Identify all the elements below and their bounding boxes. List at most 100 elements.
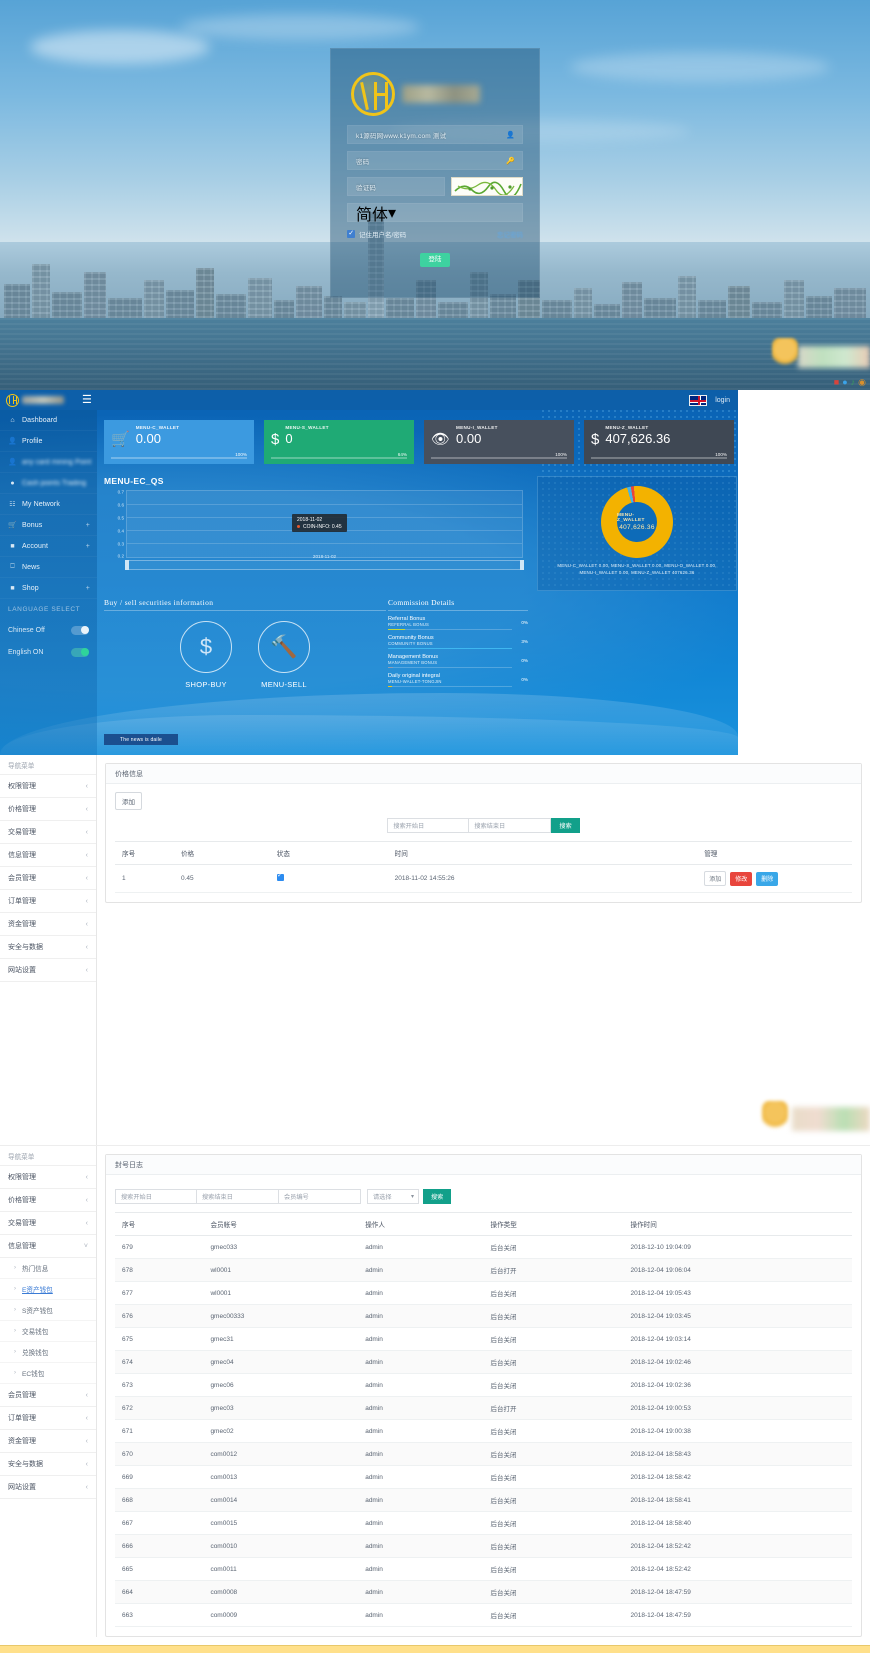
status-checkbox[interactable] [276, 871, 284, 881]
admin-submenu-s-wallet[interactable]: › S资产钱包 [0, 1300, 96, 1321]
admin-submenu-exchange-wallet[interactable]: › 兑换钱包 [0, 1342, 96, 1363]
admin-menu-settings[interactable]: 网站设置 ‹ [0, 959, 96, 982]
admin-submenu-hot-info[interactable]: › 热门信息 [0, 1258, 96, 1279]
admin-menu-member[interactable]: 会员管理 ‹ [0, 867, 96, 890]
sidebar-item-mining-point[interactable]: 👤 any card mining Point [0, 452, 97, 473]
add-row-button[interactable]: 添加 [704, 871, 727, 886]
type-select[interactable]: 请选择 ▾ [367, 1189, 419, 1204]
search-button[interactable]: 搜索 [551, 818, 580, 833]
add-button[interactable]: 添加 [115, 792, 142, 810]
cell-account: com0013 [203, 1465, 359, 1489]
remember-label: 记住用户名/密码 [359, 232, 407, 239]
language-toggle-english[interactable]: English ON [0, 641, 97, 663]
login-button[interactable]: 登陆 [420, 253, 450, 267]
tray-icon-music[interactable]: ♪ [851, 377, 856, 387]
captcha-image[interactable] [451, 177, 523, 196]
admin-menu-settings[interactable]: 网站设置 ‹ [0, 1476, 96, 1499]
wallet-card-s[interactable]: $ MENU-S_WALLET 0 64% [264, 420, 414, 464]
username-field[interactable]: k1源码网www.k1ym.com 测试 👤 [347, 125, 523, 144]
y-tick: 0.4 [117, 528, 124, 534]
search-button[interactable]: 搜索 [423, 1189, 452, 1204]
taskbar-blur [792, 1107, 870, 1131]
cell-operator: admin [358, 1235, 484, 1259]
sidebar-item-cash-points-trading[interactable]: ● Cash points Trading [0, 473, 97, 494]
cell-operator: admin [358, 1465, 484, 1489]
slider-handle-left[interactable] [125, 560, 129, 570]
tray-icon-chat[interactable]: ● [842, 377, 847, 387]
table-row: 671 gmec02 admin 后台关闭 2018-12-04 19:00:38 [115, 1419, 852, 1443]
tray-icon-app[interactable]: ◉ [858, 377, 866, 388]
admin-menu-info[interactable]: 信息管理 ‹ [0, 844, 96, 867]
admin-menu-permission[interactable]: 权限管理 ‹ [0, 775, 96, 798]
admin-menu-fund[interactable]: 资金管理 ‹ [0, 913, 96, 936]
toggle-switch-chinese[interactable] [71, 625, 89, 635]
table-row: 674 gmec04 admin 后台关闭 2018-12-04 19:02:46 [115, 1350, 852, 1374]
admin-menu-fund[interactable]: 资金管理 ‹ [0, 1430, 96, 1453]
sidebar-item-news[interactable]: ⎕ News [0, 557, 97, 578]
hamburger-icon[interactable]: ☰ [82, 394, 92, 406]
admin-menu-trade[interactable]: 交易管理 ‹ [0, 821, 96, 844]
admin-menu-price[interactable]: 价格管理 ‹ [0, 798, 96, 821]
shop-buy-action[interactable]: $ SHOP-BUY [180, 621, 232, 689]
language-toggle-chinese[interactable]: Chinese Off [0, 619, 97, 641]
wallet-card-i[interactable]: 👁 MENU-I_WALLET 0.00 100% [424, 420, 574, 464]
wallet-card-z[interactable]: $ MENU-Z_WALLET 407,626.36 100% [584, 420, 734, 464]
forgot-password-link[interactable]: 忘记密码 [497, 229, 523, 239]
admin-submenu-ec-wallet[interactable]: › EC钱包 [0, 1363, 96, 1384]
start-date-input[interactable]: 搜索开始日 [387, 818, 470, 833]
admin-submenu-e-wallet[interactable]: › E资产钱包 [0, 1279, 96, 1300]
col-no: 序号 [115, 1212, 204, 1236]
tray-icon-red[interactable]: ■ [834, 377, 839, 387]
admin-menu-info[interactable]: 信息管理 ˅ [0, 1235, 96, 1258]
sidebar-item-shop[interactable]: ■ Shop + [0, 578, 97, 599]
sidebar-item-account[interactable]: ■ Account + [0, 536, 97, 557]
cell-status [269, 864, 388, 893]
bonus-subname: MANAGEMENT BONUS [388, 660, 438, 666]
menu-sell-action[interactable]: 🔨 MENU-SELL [258, 621, 310, 689]
cell-time: 2018-11-02 14:55:26 [387, 864, 698, 893]
start-date-input[interactable]: 搜索开始日 [115, 1189, 197, 1204]
chart-plot: 0.7 0.6 0.5 0.4 0.3 0.2 2018-11-02 COIN-… [104, 490, 529, 570]
toggle-switch-english[interactable] [71, 647, 89, 657]
wallet-card-c[interactable]: 🛒 MENU-C_WALLET 0.00 100% [104, 420, 254, 464]
cell-no: 674 [115, 1350, 204, 1374]
member-id-input[interactable]: 会员编号 [279, 1189, 361, 1204]
cell-price: 0.45 [173, 864, 270, 893]
uk-flag-icon[interactable] [689, 394, 708, 406]
remember-checkbox-group[interactable]: 记住用户名/密码 [347, 229, 406, 239]
edit-row-button[interactable]: 修改 [730, 871, 753, 886]
dashboard-logo[interactable] [0, 393, 76, 407]
admin-menu-security[interactable]: 安全与数据 ‹ [0, 1453, 96, 1476]
sidebar-item-dashboard[interactable]: ⌂ Dashboard [0, 410, 97, 431]
language-select[interactable]: 简体 ▾ [347, 203, 523, 224]
admin-menu-security[interactable]: 安全与数据 ‹ [0, 936, 96, 959]
end-date-input[interactable]: 搜索结束日 [469, 818, 552, 833]
admin-menu-trade[interactable]: 交易管理 ‹ [0, 1212, 96, 1235]
wallet-cards: 🛒 MENU-C_WALLET 0.00 100% $ MENU-S_WALLE… [104, 420, 734, 464]
end-date-input[interactable]: 搜索结束日 [197, 1189, 279, 1204]
sidebar-item-bonus[interactable]: 🛒 Bonus + [0, 515, 97, 536]
admin-menu-member[interactable]: 会员管理 ‹ [0, 1384, 96, 1407]
news-ticker[interactable]: The news is daile [104, 734, 178, 745]
admin-menu-order[interactable]: 订单管理 ‹ [0, 890, 96, 913]
admin-menu-price[interactable]: 价格管理 ‹ [0, 1189, 96, 1212]
password-field[interactable]: 密码 🔑 [347, 151, 523, 170]
slider-handle-right[interactable] [520, 560, 524, 570]
admin-submenu-trade-wallet[interactable]: › 交易钱包 [0, 1321, 96, 1342]
admin-menu-order[interactable]: 订单管理 ‹ [0, 1407, 96, 1430]
ban-log-panel: 封号日志 搜索开始日 搜索结束日 会员编号 请选择 ▾ 搜索 序号 会员帐号 操… [105, 1154, 862, 1637]
sidebar-item-profile[interactable]: 👤 Profile [0, 431, 97, 452]
col-optype: 操作类型 [483, 1212, 624, 1236]
remember-checkbox[interactable] [347, 229, 355, 238]
captcha-input[interactable]: 验证码 [347, 177, 445, 196]
delete-row-button[interactable]: 删除 [756, 871, 779, 886]
admin-ban-log-page: 导航菜单 权限管理 ‹ 价格管理 ‹ 交易管理 ‹ 信息管理 ˅ › 热门信息 … [0, 1145, 870, 1637]
menu-label: 权限管理 [8, 1174, 36, 1181]
sidebar-item-my-network[interactable]: ☷ My Network [0, 494, 97, 515]
account-menu[interactable]: login [715, 397, 730, 404]
login-panel: k1源码网www.k1ym.com 测试 👤 密码 🔑 验证码 简体 ▾ ✓ 记… [330, 48, 540, 298]
chart-range-slider[interactable]: 2018-11-02 [125, 554, 524, 570]
admin-menu-permission[interactable]: 权限管理 ‹ [0, 1166, 96, 1189]
cell-no: 666 [115, 1534, 204, 1558]
username-value: k1源码网www.k1ym.com 测试 [356, 132, 447, 140]
